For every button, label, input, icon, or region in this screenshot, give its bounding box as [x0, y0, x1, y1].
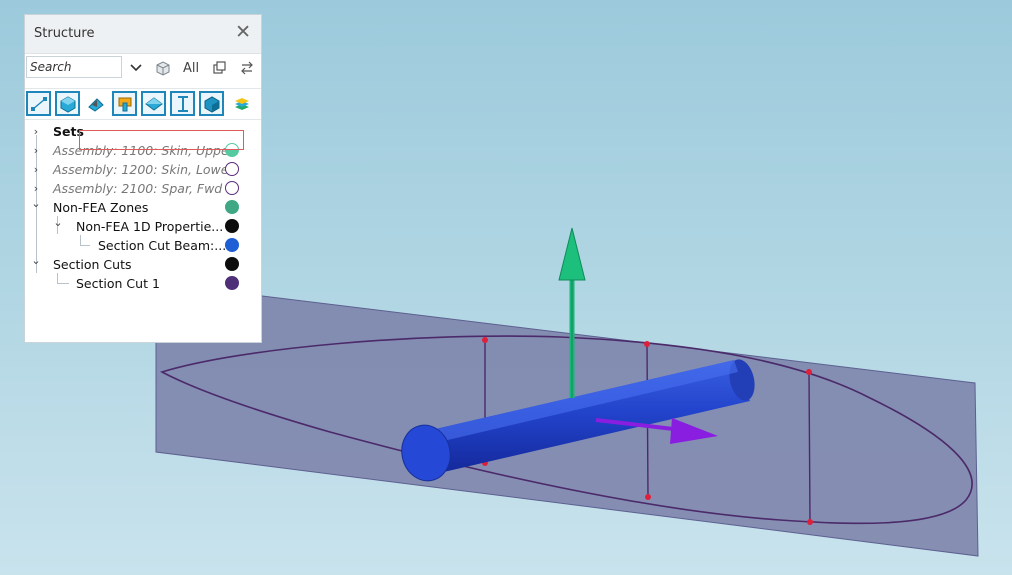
tree-item-label: Section Cut 1 — [76, 276, 160, 291]
structure-panel: Structure ✕ All — [24, 14, 262, 343]
copy-icon — [213, 61, 226, 74]
property-icon — [118, 97, 131, 111]
chevron-down-icon[interactable]: ⌄ — [30, 251, 42, 270]
chevron-right-icon[interactable]: › — [30, 122, 42, 141]
chevron-down-icon[interactable]: ⌄ — [30, 194, 42, 213]
tree-item-section-cut-1[interactable]: Section Cut 1 — [25, 274, 261, 293]
cube-icon — [156, 61, 170, 76]
tree-item-label: Section Cut Beam:... — [98, 238, 227, 253]
all-button[interactable]: All — [177, 55, 205, 81]
layers-icon — [234, 97, 249, 110]
chevron-right-icon[interactable]: › — [30, 160, 42, 179]
tree-item-label: Section Cuts — [53, 257, 132, 272]
filter-beams-button[interactable] — [170, 91, 195, 116]
tree-item-skin-lower[interactable]: › Assembly: 1200: Skin, Lower — [25, 160, 261, 179]
beam-icon — [177, 95, 188, 112]
filter-properties-button[interactable] — [112, 91, 137, 116]
surface-icon — [87, 97, 104, 112]
filter-toolbar — [25, 88, 261, 120]
node-point[interactable] — [807, 519, 813, 525]
all-label: All — [182, 60, 200, 76]
panel-header: Structure ✕ — [25, 15, 261, 54]
plate-icon — [144, 96, 163, 111]
color-swatch-icon[interactable] — [225, 238, 239, 252]
tree-item-section-cuts[interactable]: ⌄ Section Cuts — [25, 254, 261, 274]
filter-solids-button[interactable] — [55, 91, 80, 116]
node-icon — [30, 96, 47, 111]
node-point[interactable] — [482, 337, 488, 343]
node-point[interactable] — [806, 369, 812, 375]
color-swatch-icon[interactable] — [225, 257, 239, 271]
search-dropdown-button[interactable] — [125, 55, 147, 81]
swap-button[interactable] — [235, 55, 259, 81]
panel-title: Structure — [34, 26, 95, 41]
chevron-down-icon — [130, 64, 142, 72]
tree-item-label: Assembly: 1200: Skin, Lower — [53, 162, 234, 177]
filter-nodes-button[interactable] — [26, 91, 51, 116]
filter-surfaces-button[interactable] — [83, 91, 108, 116]
color-swatch-icon[interactable] — [225, 200, 239, 214]
copy-button[interactable] — [208, 55, 232, 81]
node-point[interactable] — [645, 494, 651, 500]
tree-item-label: Non-FEA 1D Propertie... — [76, 219, 224, 234]
chevron-right-icon[interactable]: › — [30, 141, 42, 160]
color-swatch-icon[interactable] — [225, 276, 239, 290]
solid-body-icon — [60, 95, 75, 113]
spar-line-3 — [808, 371, 811, 523]
volume-icon — [204, 95, 219, 113]
close-button[interactable]: ✕ — [235, 22, 251, 42]
tree-item-non-fea-1d-properties[interactable]: ⌄ Non-FEA 1D Propertie... — [25, 216, 261, 236]
tree-item-section-cut-beam[interactable]: Section Cut Beam:... — [25, 236, 261, 255]
view-cube-button[interactable] — [151, 55, 175, 81]
selection-highlight — [79, 130, 244, 150]
filter-volumes-button[interactable] — [199, 91, 224, 116]
search-toolbar: All — [25, 55, 261, 81]
tree-item-spar-fwd[interactable]: › Assembly: 2100: Spar, Fwd — [25, 179, 261, 198]
node-point[interactable] — [644, 341, 650, 347]
swap-arrows-icon — [241, 61, 253, 75]
tree-item-label: Non-FEA Zones — [53, 200, 149, 215]
color-swatch-icon[interactable] — [225, 162, 239, 176]
filter-plates-button[interactable] — [141, 91, 166, 116]
chevron-down-icon[interactable]: ⌄ — [52, 213, 64, 232]
color-swatch-icon[interactable] — [225, 219, 239, 233]
tree-item-label: Assembly: 2100: Spar, Fwd — [53, 181, 223, 196]
filter-layers-button[interactable] — [229, 91, 254, 116]
color-swatch-icon[interactable] — [225, 181, 239, 195]
search-input[interactable] — [26, 56, 122, 78]
